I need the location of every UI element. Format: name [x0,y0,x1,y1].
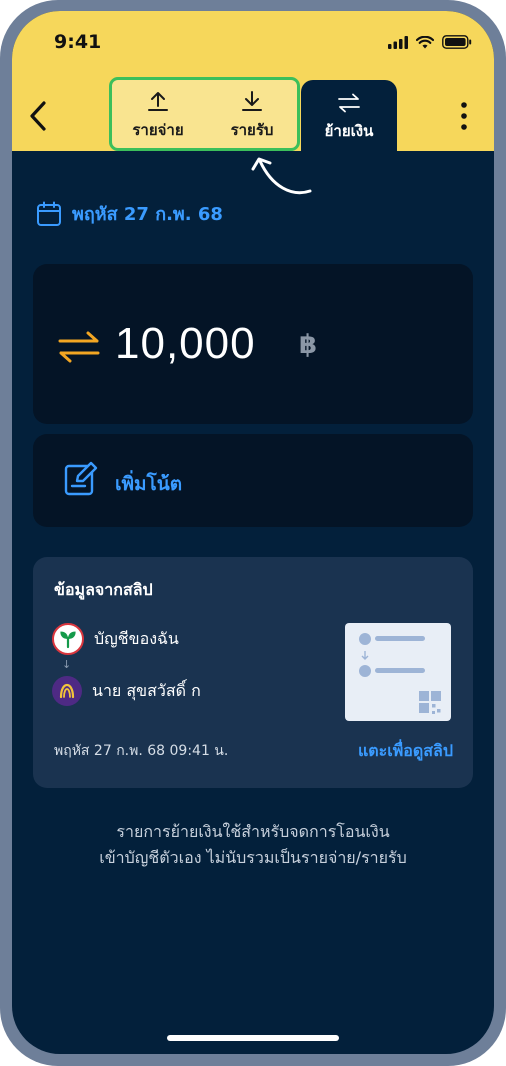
kbank-logo [52,623,84,655]
tab-expense[interactable]: รายจ่าย [118,80,198,148]
calendar-icon [37,201,61,226]
download-icon [242,91,262,111]
qr-code-icon [419,691,441,714]
pointer-arrow-icon [251,157,312,195]
kbank-leaf-icon [60,631,76,649]
battery-icon [442,35,472,49]
tab-expense-label: รายจ่าย [132,121,184,139]
status-bar: 9:41 [12,11,494,71]
date-selector[interactable]: พฤหัส 27 ก.พ. 68 [36,199,223,228]
add-note-label: เพิ่มโน้ต [115,473,183,495]
exchange-icon [58,331,100,363]
down-arrow-icon: ↓ [62,658,72,671]
to-account-row: นาย สุขสวัสดิ์ ก [52,676,201,706]
scb-emblem-icon [59,683,75,699]
more-options-button[interactable] [458,100,470,132]
phone-frame: 9:41 รายจ่าย รายรับ ย้ายเงิน พฤหัส 27 ก.… [0,0,506,1066]
transfer-icon [338,93,360,113]
scb-logo [52,676,82,706]
add-note-button[interactable]: เพิ่มโน้ต [33,434,473,527]
transfer-info-text: รายการย้ายเงินใช้สำหรับจดการโอนเงิน เข้า… [12,819,494,871]
transaction-date: พฤหัส 27 ก.พ. 68 [72,204,223,225]
tab-transfer-label: ย้ายเงิน [324,122,374,140]
view-slip-link[interactable]: แตะเพื่อดูสลิป [358,739,453,764]
currency-symbol: ฿ [299,330,318,360]
status-icons [388,35,472,49]
info-line-2: เข้าบัญชีตัวเอง ไม่นับรวมเป็นรายจ่าย/ราย… [99,848,407,867]
back-button[interactable] [26,99,50,133]
signal-icon [388,35,408,49]
info-line-1: รายการย้ายเงินใช้สำหรับจดการโอนเงิน [116,822,390,841]
back-arrow-icon [30,101,46,131]
to-account-name: นาย สุขสวัสดิ์ ก [92,680,201,700]
tab-transfer[interactable]: ย้ายเงิน [301,80,397,152]
note-edit-icon [64,461,98,496]
status-time: 9:41 [54,31,102,53]
wifi-icon [416,35,434,48]
from-account-row: บัญชีของฉัน [52,623,179,655]
from-account-name: บัญชีของฉัน [94,628,179,648]
highlighted-tabs-group: รายจ่าย รายรับ [109,77,300,151]
tab-income-label: รายรับ [230,121,274,139]
upload-icon [148,92,168,111]
slip-info-card: ข้อมูลจากสลิป บัญชีของฉัน ↓ นาย สุขสวัสด… [33,557,473,788]
amount-card[interactable]: 10,000 ฿ [33,264,473,424]
slip-preview-icon [359,633,441,714]
slip-title: ข้อมูลจากสลิป [54,580,153,599]
amount-value: 10,000 [115,319,256,368]
slip-datetime: พฤหัส 27 ก.พ. 68 09:41 น. [54,743,229,759]
app-screen: 9:41 รายจ่าย รายรับ ย้ายเงิน พฤหัส 27 ก.… [12,11,494,1054]
slip-thumbnail[interactable] [345,623,451,721]
header: 9:41 รายจ่าย รายรับ ย้ายเงิน [12,11,494,152]
more-vertical-icon [461,102,467,130]
tab-income[interactable]: รายรับ [212,80,292,148]
home-indicator[interactable] [167,1035,339,1041]
